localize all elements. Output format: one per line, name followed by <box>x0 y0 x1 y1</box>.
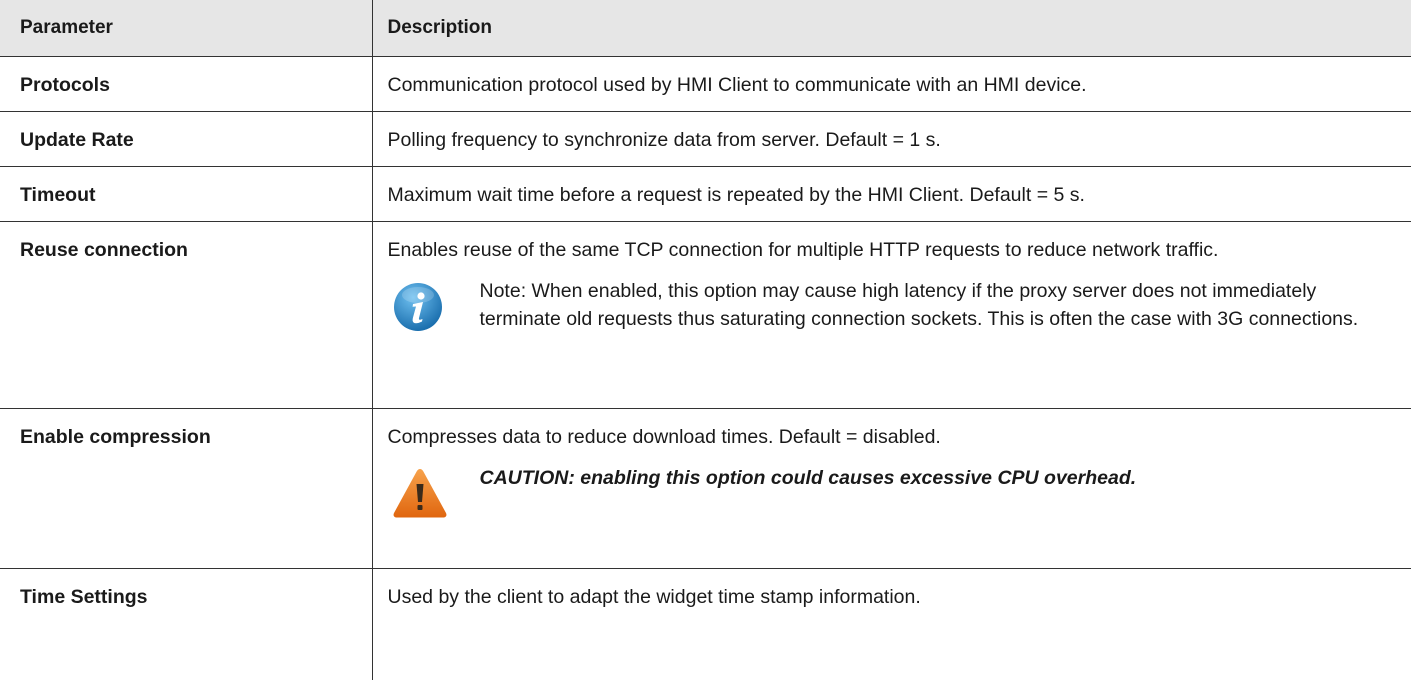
table-row: Reuse connection Enables reuse of the sa… <box>0 221 1411 409</box>
info-icon <box>390 277 450 345</box>
parameter-description: Maximum wait time before a request is re… <box>371 166 1411 222</box>
table-row: Protocols Communication protocol used by… <box>0 56 1411 112</box>
parameter-description: Polling frequency to synchronize data fr… <box>371 111 1411 167</box>
table-row: Update Rate Polling frequency to synchro… <box>0 111 1411 167</box>
parameter-name: Timeout <box>0 166 372 222</box>
parameter-column-header: Parameter <box>0 0 372 57</box>
table-header-row: Parameter Description <box>0 0 1411 57</box>
parameter-description: Compresses data to reduce download times… <box>387 426 941 448</box>
parameter-name: Reuse connection <box>0 221 372 409</box>
parameter-description-cell: Enables reuse of the same TCP connection… <box>371 221 1411 409</box>
info-note: Note: When enabled, this option may caus… <box>388 277 1382 345</box>
parameter-description: Enables reuse of the same TCP connection… <box>387 239 1219 261</box>
parameter-name: Protocols <box>0 56 372 112</box>
description-column-header: Description <box>371 0 1411 57</box>
table-row: Timeout Maximum wait time before a reque… <box>0 166 1411 222</box>
info-note-text: Note: When enabled, this option may caus… <box>479 280 1359 330</box>
warning-icon <box>390 464 450 532</box>
parameter-name: Update Rate <box>0 111 372 167</box>
table-row: Time Settings Used by the client to adap… <box>0 568 1411 680</box>
caution-note: CAUTION: enabling this option could caus… <box>388 464 1382 532</box>
parameter-description-cell: Compresses data to reduce download times… <box>371 408 1411 569</box>
table-row: Enable compression Compresses data to re… <box>0 408 1411 569</box>
parameter-description: Used by the client to adapt the widget t… <box>371 568 1411 680</box>
parameter-description: Communication protocol used by HMI Clien… <box>371 56 1411 112</box>
caution-note-text: CAUTION: enabling this option could caus… <box>479 467 1137 489</box>
parameter-name: Time Settings <box>20 586 148 608</box>
parameter-name: Enable compression <box>0 408 372 569</box>
parameter-table: Parameter Description Protocols Communic… <box>0 0 1411 680</box>
